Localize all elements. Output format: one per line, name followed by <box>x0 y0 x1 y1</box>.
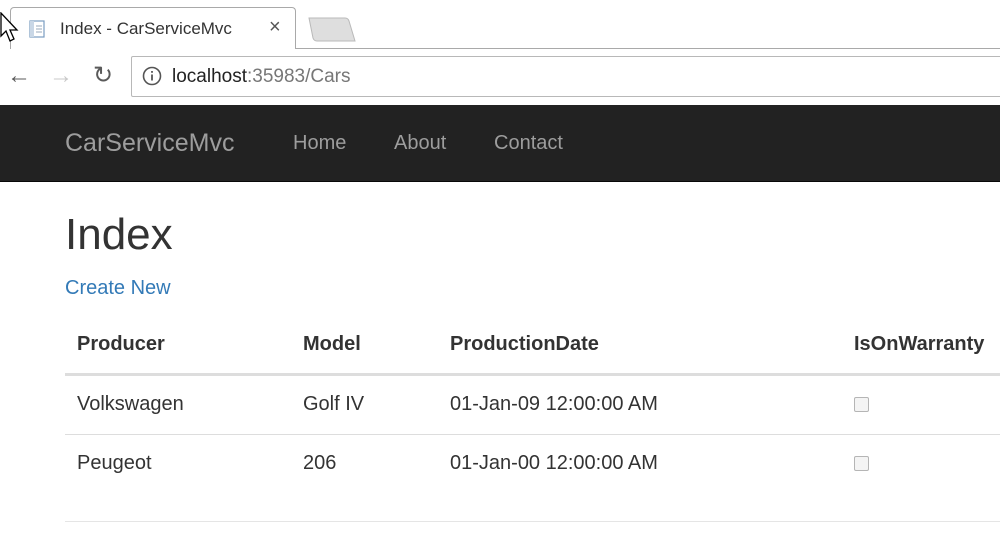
header-production-date: ProductionDate <box>438 317 842 376</box>
site-navbar: CarServiceMvc Home About Contact <box>0 105 1000 182</box>
cell-production-date: 01-Jan-00 12:00:00 AM <box>450 452 658 474</box>
table-row: Peugeot 206 01-Jan-00 12:00:00 AM <box>65 434 1000 493</box>
header-producer: Producer <box>65 317 291 376</box>
create-new-link[interactable]: Create New <box>65 277 171 300</box>
page-title: Index <box>65 210 173 259</box>
warranty-checkbox[interactable] <box>854 397 869 413</box>
forward-arrow-icon[interactable]: → <box>48 63 74 89</box>
browser-toolbar: ← → ↻ localhost:35983/Cars <box>0 49 1000 105</box>
tab-strip: Index - CarServiceMvc × <box>0 0 1000 49</box>
header-is-on-warranty: IsOnWarranty <box>842 317 1000 376</box>
table-row: Volkswagen Golf IV 01-Jan-09 12:00:00 AM <box>65 374 1000 435</box>
cell-model: Golf IV <box>291 374 438 435</box>
back-arrow-icon[interactable]: ← <box>6 63 32 89</box>
header-model: Model <box>291 317 438 376</box>
url-host: localhost <box>172 66 247 87</box>
info-icon[interactable] <box>142 66 162 86</box>
footer-divider <box>65 521 1000 522</box>
url-path: :35983/Cars <box>247 66 351 87</box>
nav-link-contact[interactable]: Contact <box>494 132 563 155</box>
cars-table: Producer Model ProductionDate IsOnWarran… <box>65 317 1000 493</box>
nav-link-home[interactable]: Home <box>293 132 346 155</box>
page-icon <box>29 20 45 38</box>
cell-producer: Peugeot <box>77 452 152 474</box>
warranty-checkbox[interactable] <box>854 456 869 472</box>
cell-production-date: 01-Jan-09 12:00:00 AM <box>438 374 842 435</box>
table-header-row: Producer Model ProductionDate IsOnWarran… <box>65 317 1000 376</box>
brand-link[interactable]: CarServiceMvc <box>65 129 234 158</box>
nav-link-about[interactable]: About <box>394 132 446 155</box>
close-icon[interactable]: × <box>269 16 281 38</box>
cell-is-on-warranty <box>842 374 1000 435</box>
reload-icon[interactable]: ↻ <box>90 63 116 89</box>
cell-model: 206 <box>303 452 337 474</box>
browser-tab[interactable]: Index - CarServiceMvc × <box>10 7 296 49</box>
url-text: localhost:35983/Cars <box>172 66 351 88</box>
mouse-cursor-icon <box>0 12 19 42</box>
tab-title: Index - CarServiceMvc <box>60 19 232 38</box>
new-tab-button[interactable] <box>307 17 356 42</box>
address-bar[interactable]: localhost:35983/Cars <box>131 56 1000 97</box>
cell-producer: Volkswagen <box>65 374 291 435</box>
cell-is-on-warranty <box>842 434 1000 493</box>
